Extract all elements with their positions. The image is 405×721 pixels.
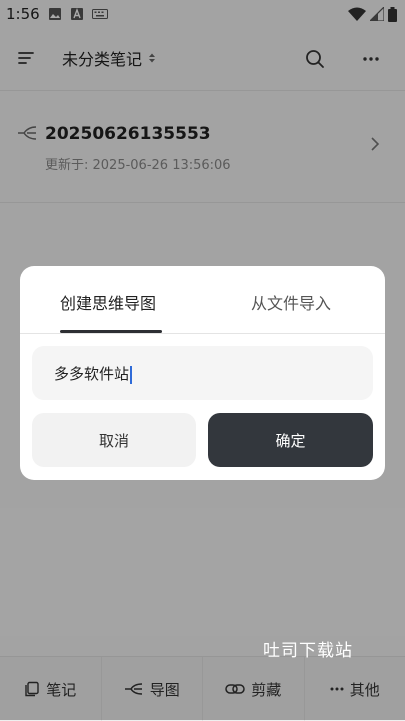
tab-import-from-file[interactable]: 从文件导入 (251, 290, 331, 314)
input-value-wrapper: 多多软件站 (54, 363, 132, 384)
create-mindmap-dialog: 创建思维导图 从文件导入 多多软件站 取消 确定 (20, 266, 385, 480)
confirm-button-label: 确定 (275, 430, 305, 451)
watermark-text: 吐司下载站 (263, 636, 353, 661)
dialog-tabs: 创建思维导图 从文件导入 (20, 266, 385, 333)
confirm-button[interactable]: 确定 (208, 413, 373, 467)
text-caret (130, 366, 132, 384)
cancel-button-label: 取消 (99, 430, 129, 451)
tab-create-mindmap[interactable]: 创建思维导图 (60, 290, 156, 314)
input-value: 多多软件站 (54, 365, 129, 383)
tabs-divider (20, 333, 385, 334)
cancel-button[interactable]: 取消 (32, 413, 196, 467)
mindmap-name-input[interactable]: 多多软件站 (32, 346, 373, 400)
